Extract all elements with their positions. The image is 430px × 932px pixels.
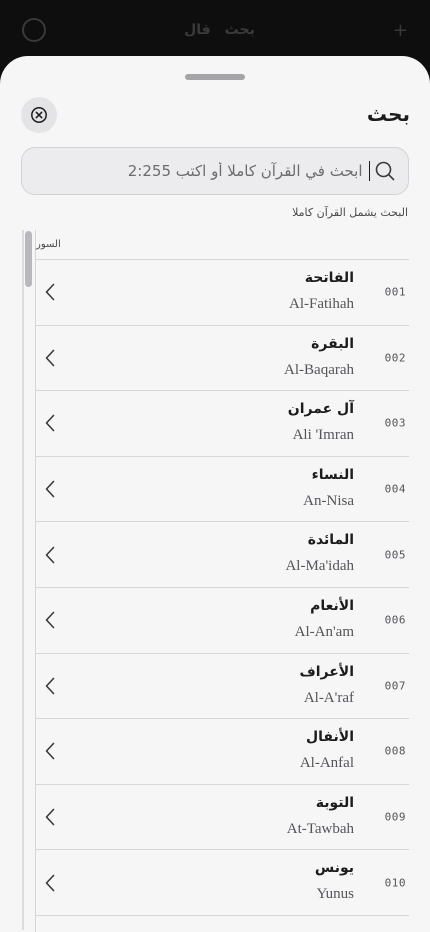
background-item: بحث (224, 22, 255, 38)
surah-number: 005 (384, 548, 406, 562)
background-plus-icon: + (392, 19, 408, 41)
surah-number: 001 (384, 285, 406, 299)
surah-arabic-name: النساء (311, 466, 354, 483)
sheet-grabber[interactable] (185, 74, 245, 80)
surah-list: السور الفاتحة Al-Fatihah 001 البقرة Al-Baqar… (35, 230, 409, 932)
surah-latin-name: Al-Ma'idah (285, 558, 354, 575)
surah-latin-name: Ali 'Imran (292, 427, 354, 444)
background-item: قال (184, 22, 211, 38)
close-button[interactable] (21, 97, 57, 133)
chevron-left-icon (42, 806, 58, 828)
surah-number: 007 (384, 679, 406, 693)
surah-latin-name: Al-A'raf (303, 689, 354, 706)
section-header: السور (36, 230, 409, 260)
chevron-left-icon (42, 872, 58, 894)
chevron-left-icon (42, 544, 58, 566)
search-icon (374, 160, 396, 182)
surah-latin-name: Yunus (316, 886, 354, 903)
surah-arabic-name: البقرة (311, 335, 354, 352)
surah-arabic-name: يونس (314, 860, 354, 877)
surah-latin-name: Al-Fatihah (289, 296, 354, 312)
surah-arabic-name: التوبة (315, 794, 354, 811)
surah-number: 006 (384, 613, 406, 627)
surah-number: 004 (384, 482, 406, 496)
list-item[interactable]: الأنعام Al-An'am 006 (36, 588, 409, 654)
surah-arabic-name: الفاتحة (304, 270, 354, 286)
scrollbar-track (22, 230, 24, 930)
page-title: بحث (366, 102, 410, 126)
surah-arabic-name: الأنعام (310, 597, 354, 614)
surah-number: 010 (384, 876, 406, 890)
list-item[interactable]: التوبة At-Tawbah 009 (36, 785, 409, 851)
search-input[interactable] (36, 148, 369, 194)
scrollbar-thumb[interactable] (25, 231, 32, 287)
list-item[interactable]: البقرة Al-Baqarah 002 (36, 326, 409, 392)
list-item[interactable]: الأنفال Al-Anfal 008 (36, 719, 409, 785)
surah-latin-name: An-Nisa (303, 492, 354, 509)
surah-latin-name: At-Tawbah (286, 820, 354, 837)
surah-number: 009 (384, 810, 406, 824)
chevron-left-icon (42, 478, 58, 500)
surah-latin-name: Al-Baqarah (284, 361, 354, 378)
chevron-left-icon (42, 675, 58, 697)
search-sheet: بحث البحث يشمل القرآن كاملا السور الفاتح… (0, 56, 430, 932)
text-caret (368, 161, 370, 181)
close-circle-icon (31, 107, 47, 123)
surah-arabic-name: آل عمران (287, 401, 354, 418)
chevron-left-icon (42, 740, 58, 762)
surah-arabic-name: الأنفال (306, 729, 354, 746)
surah-number: 002 (384, 351, 406, 365)
surah-arabic-name: الأعراف (299, 663, 354, 680)
chevron-left-icon (42, 609, 58, 631)
chevron-left-icon (42, 281, 58, 303)
surah-latin-name: Al-Anfal (299, 755, 354, 772)
surah-number: 008 (384, 744, 406, 758)
list-item[interactable]: الفاتحة Al-Fatihah 001 (36, 260, 409, 326)
background-app-bar: قال بحث + (0, 0, 430, 60)
search-scope-hint: البحث يشمل القرآن كاملا (292, 206, 408, 219)
search-field[interactable] (21, 147, 409, 195)
surah-number: 003 (384, 416, 406, 430)
list-item[interactable]: النساء An-Nisa 004 (36, 457, 409, 523)
list-item[interactable]: آل عمران Ali 'Imran 003 (36, 391, 409, 457)
chevron-left-icon (42, 347, 58, 369)
list-item[interactable]: يونس Yunus 010 (36, 850, 409, 916)
surah-latin-name: Al-An'am (294, 623, 354, 640)
background-icon (22, 18, 46, 42)
list-item[interactable]: الأعراف Al-A'raf 007 (36, 654, 409, 720)
background-title-group: قال بحث (184, 22, 255, 38)
surah-arabic-name: المائدة (307, 532, 354, 549)
chevron-left-icon (42, 412, 58, 434)
list-item[interactable]: المائدة Al-Ma'idah 005 (36, 522, 409, 588)
